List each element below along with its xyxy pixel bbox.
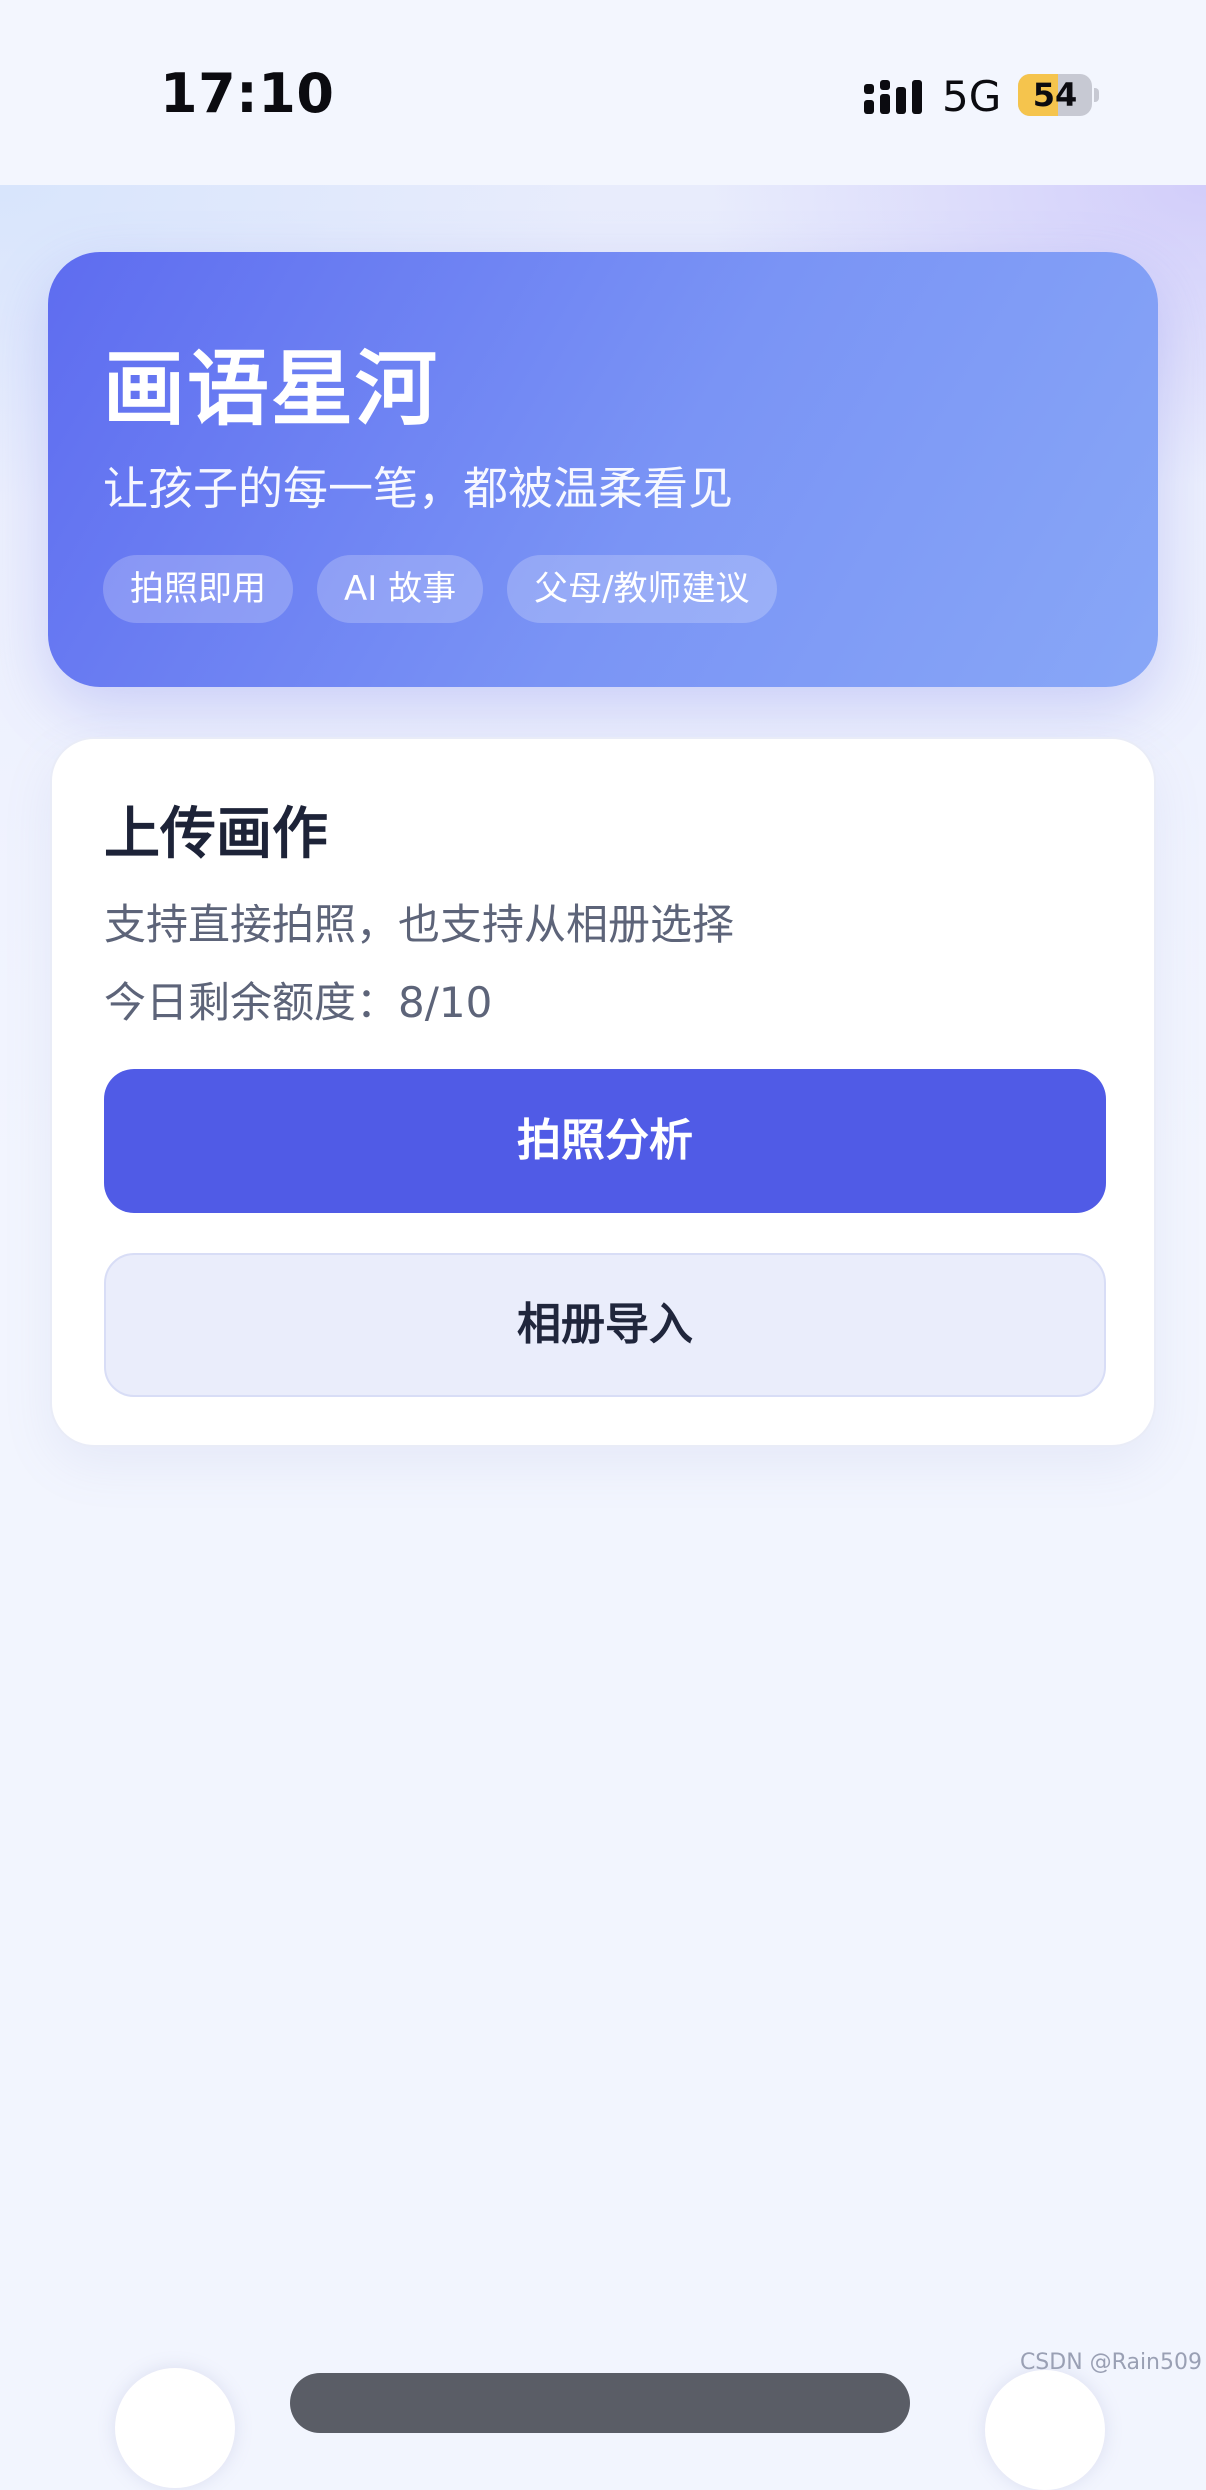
bottom-right-button[interactable] [985, 2370, 1105, 2490]
take-photo-analyze-button[interactable]: 拍照分析 [104, 1069, 1106, 1213]
tag-photo-ready: 拍照即用 [103, 555, 293, 623]
tag-parent-teacher-advice: 父母/教师建议 [507, 555, 777, 623]
status-time: 17:10 [160, 62, 335, 125]
network-type: 5G [942, 72, 1002, 121]
tag-ai-story: AI 故事 [317, 555, 484, 623]
import-from-album-button[interactable]: 相册导入 [104, 1253, 1106, 1397]
battery-level: 54 [1032, 76, 1078, 114]
feature-tags: 拍照即用 AI 故事 父母/教师建议 [103, 555, 777, 623]
battery-icon: 54 [1018, 74, 1092, 116]
home-indicator[interactable] [290, 2373, 910, 2433]
signal-bars-icon [864, 80, 922, 114]
status-bar: 17:10 5G 54 [0, 0, 1206, 185]
bottom-left-button[interactable] [115, 2368, 235, 2488]
app-subtitle: 让孩子的每一笔，都被温柔看见 [103, 462, 734, 515]
hero-banner: 画语星河 让孩子的每一笔，都被温柔看见 拍照即用 AI 故事 父母/教师建议 [48, 252, 1158, 687]
upload-card: 上传画作 支持直接拍照，也支持从相册选择 今日剩余额度：8/10 拍照分析 相册… [50, 737, 1156, 1447]
app-title: 画语星河 [103, 342, 440, 437]
battery-cap [1094, 88, 1099, 102]
page-content: 画语星河 让孩子的每一笔，都被温柔看见 拍照即用 AI 故事 父母/教师建议 上… [0, 185, 1206, 2385]
watermark: CSDN @Rain509 [1019, 2350, 1202, 2375]
upload-card-description: 支持直接拍照，也支持从相册选择 [104, 900, 735, 949]
daily-quota: 今日剩余额度：8/10 [104, 978, 493, 1027]
upload-card-title: 上传画作 [104, 802, 328, 867]
